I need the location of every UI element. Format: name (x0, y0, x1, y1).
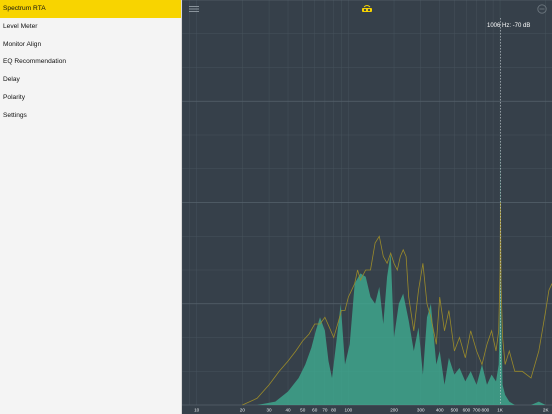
speaker-logo-icon (362, 5, 372, 12)
spectrum-rta-chart: 10 20 30 40 50 60 70 80 100 200 300 400 500 600 700 800… (182, 0, 552, 413)
x-tick-label: 80 (331, 408, 337, 413)
menu-item-level-meter[interactable]: Level Meter (0, 18, 181, 36)
x-tick-label: 50 (300, 408, 306, 413)
x-tick-label: 500 (451, 408, 459, 413)
x-tick-label: 10 (194, 408, 200, 413)
x-tick-label: 600 (463, 408, 471, 413)
x-tick-label: 700 (473, 408, 481, 413)
x-tick-label: 800 (482, 408, 490, 413)
x-tick-label: 100 (345, 408, 353, 413)
x-tick-label: 30 (267, 408, 273, 413)
menu-item-settings[interactable]: Settings (0, 107, 181, 125)
x-tick-label: 200 (390, 408, 398, 413)
menu-item-delay[interactable]: Delay (0, 71, 181, 89)
x-tick-label: 400 (436, 408, 444, 413)
spectrum-fill-series (257, 128, 552, 406)
x-tick-label: 20 (240, 408, 246, 413)
hamburger-menu-icon[interactable] (188, 3, 200, 15)
menu-item-spectrum-rta[interactable]: Spectrum RTA (0, 0, 181, 18)
x-tick-label: 60 (312, 408, 318, 413)
x-tick-label: 70 (322, 408, 328, 413)
menu-item-eq-recommendation[interactable]: EQ Recommendation (0, 53, 181, 71)
x-tick-label: 40 (285, 408, 291, 413)
sidebar: Spectrum RTA Level Meter Monitor Align EQ R… (0, 0, 182, 414)
x-tick-label: 1K (497, 408, 504, 413)
menu-item-monitor-align[interactable]: Monitor Align (0, 36, 181, 54)
frequency-readout: 1006 Hz: -70 dB (487, 23, 531, 29)
x-tick-label: 2K (543, 408, 550, 413)
x-tick-label: 300 (417, 408, 425, 413)
circle-status-icon[interactable] (536, 3, 548, 15)
menu-item-polarity[interactable]: Polarity (0, 89, 181, 107)
spectrum-panel: 10 20 30 40 50 60 70 80 100 200 300 400 500 600 700 800… (182, 0, 552, 414)
